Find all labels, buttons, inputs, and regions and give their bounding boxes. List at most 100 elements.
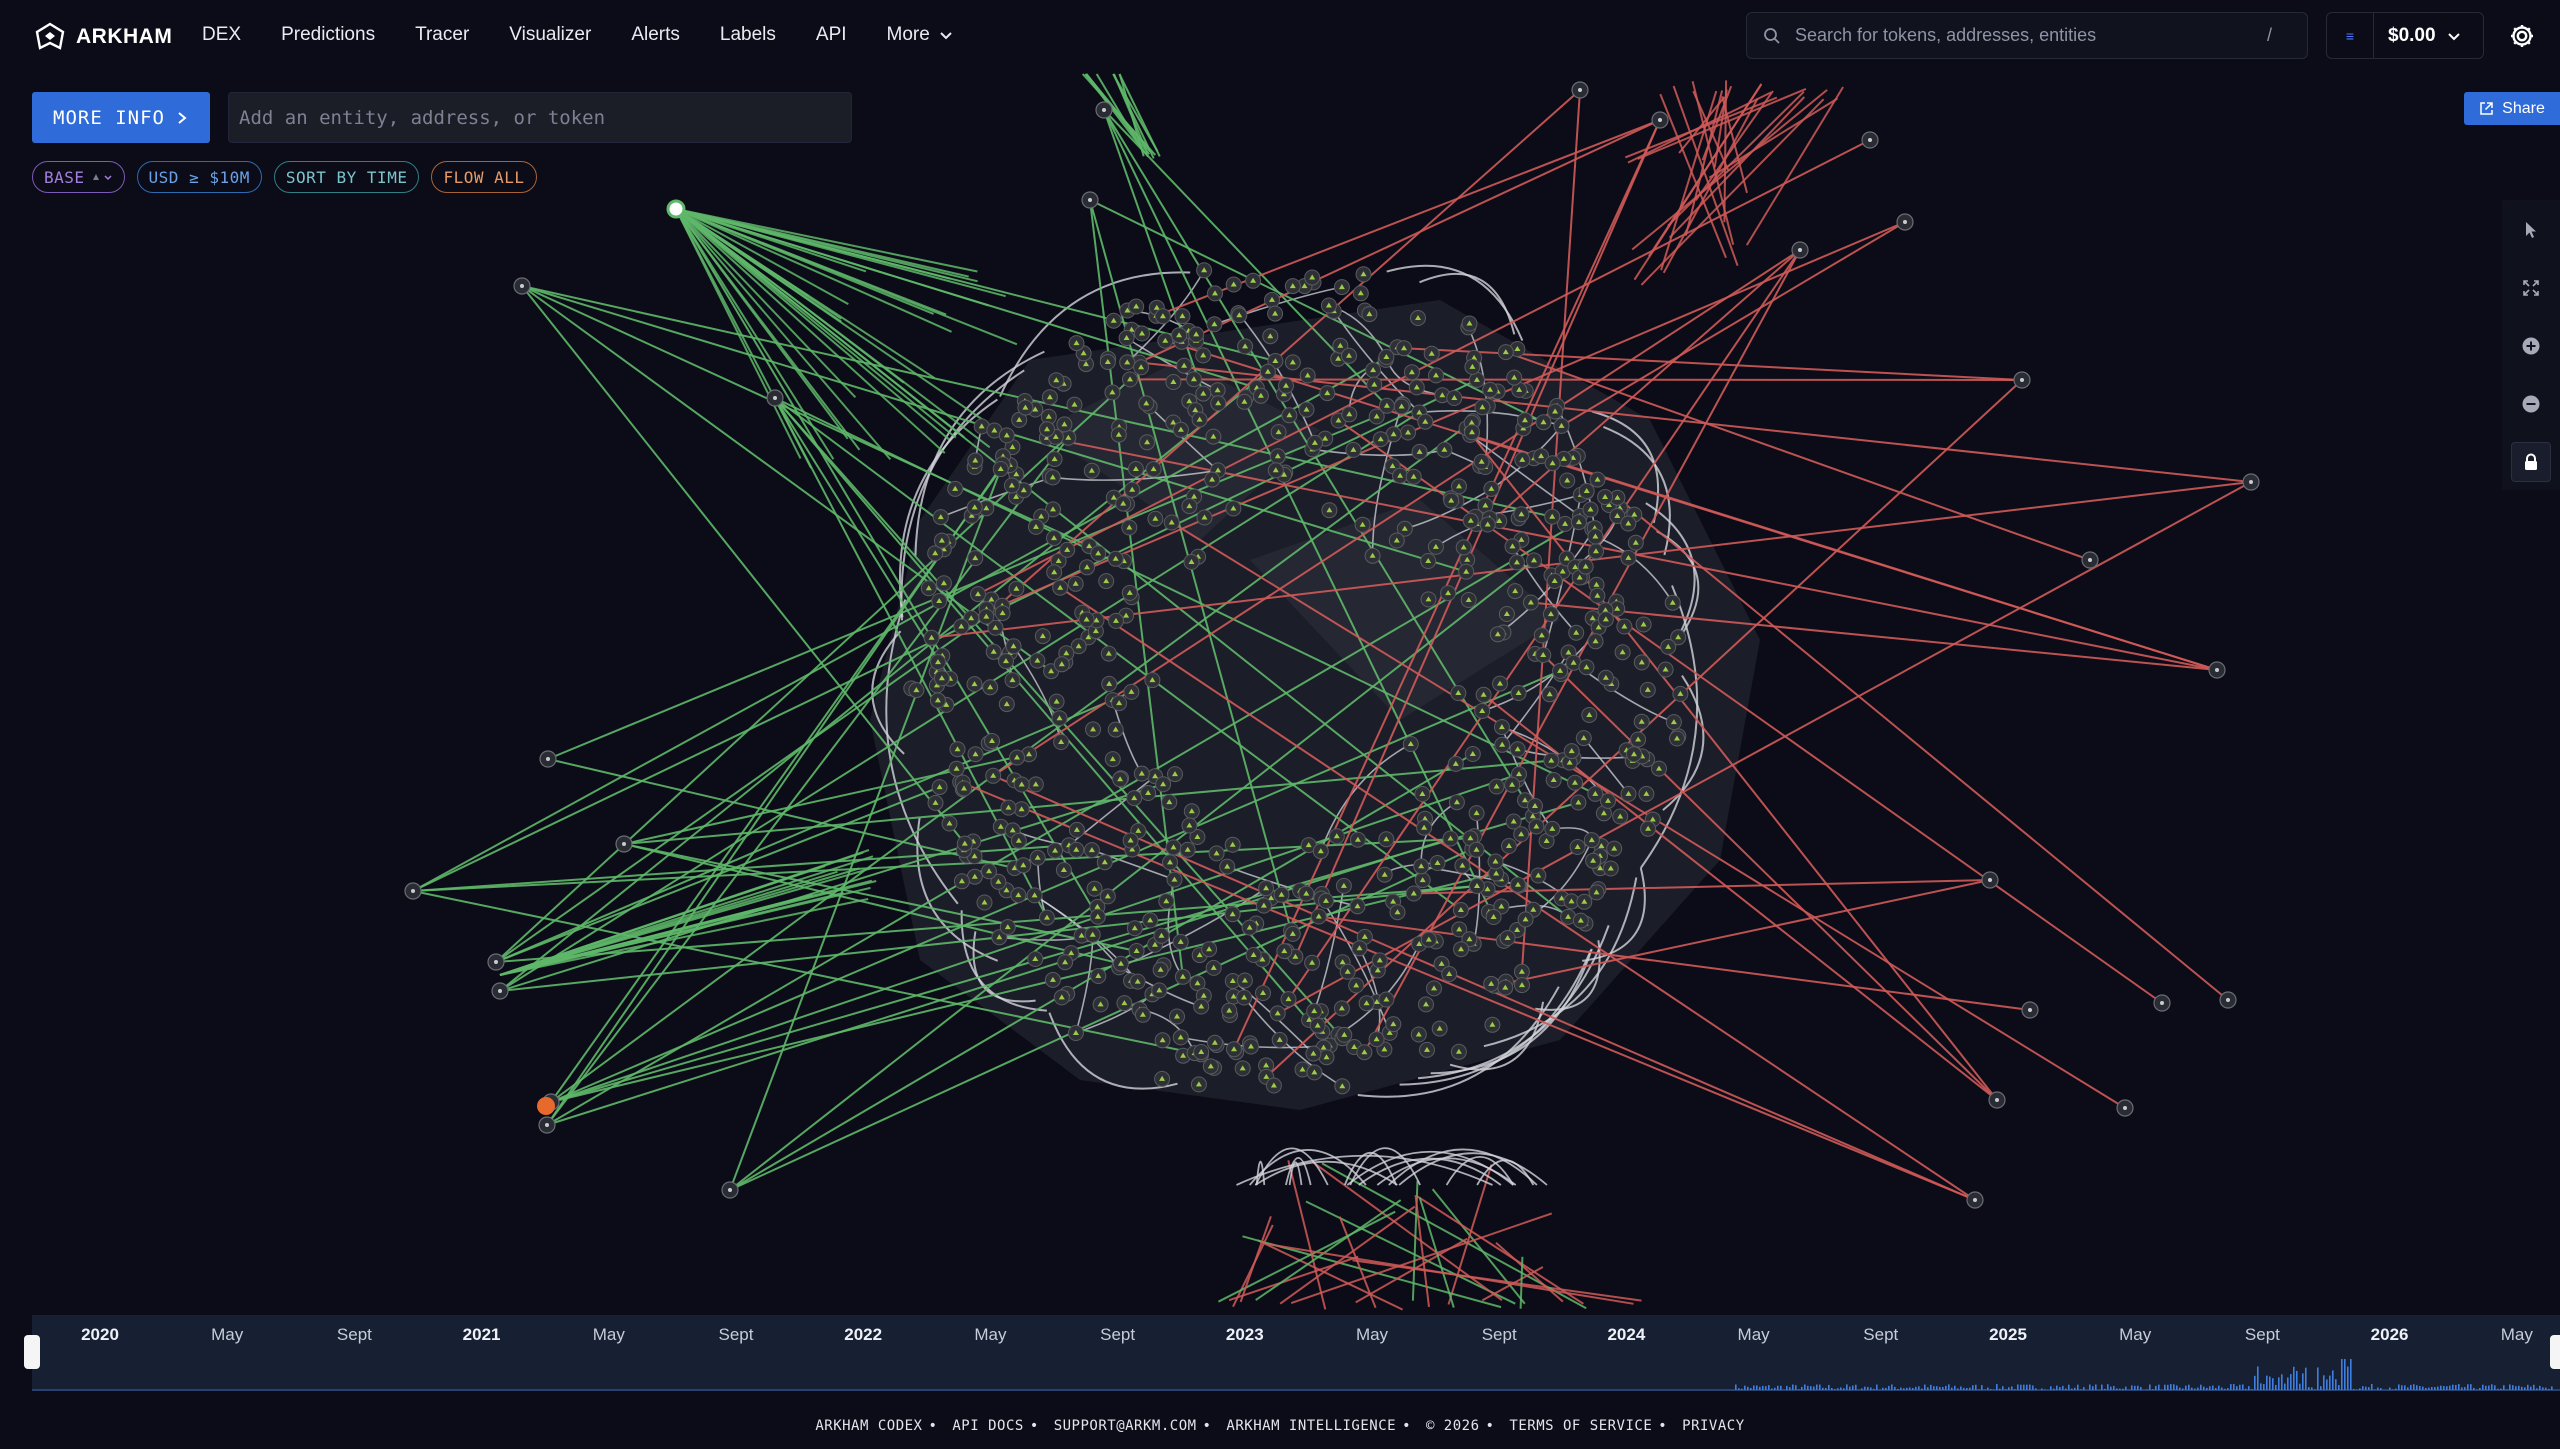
address-node-dot — [545, 1123, 549, 1127]
lock-icon — [2525, 453, 2537, 470]
timeline-activity-bar — [2524, 1387, 2526, 1390]
address-node-dot — [411, 889, 415, 893]
timeline-activity-bar — [1942, 1386, 1944, 1390]
timeline-activity-bar — [2458, 1384, 2460, 1390]
nav-predictions[interactable]: Predictions — [281, 24, 375, 46]
timeline-activity-bar — [2344, 1359, 2346, 1390]
outflow-edge — [1416, 1195, 1584, 1305]
timeline-activity-bar — [2293, 1366, 2295, 1390]
gear-icon[interactable] — [2508, 22, 2536, 50]
timeline-activity-bar — [2110, 1386, 2112, 1390]
timeline-activity-bar — [2200, 1384, 2202, 1390]
nav-api[interactable]: API — [816, 24, 847, 46]
footer-link-api-docs[interactable]: API DOCS — [952, 1418, 1023, 1434]
nav-more[interactable]: More — [887, 24, 954, 46]
timeline-end-handle[interactable] — [2550, 1335, 2560, 1369]
timeline-activity-bar — [2197, 1387, 2199, 1390]
zoom-out-tool[interactable] — [2511, 384, 2551, 424]
timeline-activity-bar — [2425, 1387, 2427, 1390]
timeline-activity-bar — [2284, 1383, 2286, 1390]
wallet-balance-dropdown[interactable]: ≡ $0.00 — [2326, 12, 2484, 59]
usd-filter-chip[interactable]: USD ≥ $10M — [136, 161, 262, 193]
nav-tracer[interactable]: Tracer — [415, 24, 469, 46]
timeline-activity-bar — [2215, 1387, 2217, 1390]
timeline-activity-bar — [2389, 1387, 2391, 1390]
pointer-tool[interactable] — [2511, 210, 2551, 250]
share-button[interactable]: Share — [2464, 92, 2560, 125]
inflow-edge — [675, 208, 835, 460]
nav-alerts[interactable]: Alerts — [631, 24, 680, 46]
chain-filter-chip[interactable]: BASE — [32, 161, 125, 193]
flow-filter-chip[interactable]: FLOW ALL — [431, 161, 537, 193]
timeline-activity-bar — [2251, 1389, 2253, 1390]
timeline-activity-bar — [2299, 1383, 2301, 1390]
timeline-activity-bar — [2146, 1389, 2148, 1390]
nav-labels[interactable]: Labels — [720, 24, 776, 46]
graph-side-toolbar — [2502, 200, 2560, 490]
selected-node[interactable] — [666, 199, 686, 219]
timeline-activity-bar — [2257, 1366, 2259, 1390]
timeline-activity-bar — [1933, 1386, 1935, 1390]
footer-link-support[interactable]: SUPPORT@ARKM.COM — [1054, 1418, 1197, 1434]
timeline-activity-bar — [1999, 1388, 2001, 1390]
more-info-button[interactable]: MORE INFO — [32, 92, 210, 143]
timeline-year-label: 2021 — [462, 1325, 501, 1344]
inflow-edge — [675, 208, 946, 454]
timeline-activity-bar — [2419, 1386, 2421, 1390]
footer-link-codex[interactable]: ARKHAM CODEX — [815, 1418, 922, 1434]
timeline-activity-bar — [1981, 1385, 1983, 1390]
timeline-activity-bar — [2431, 1387, 2433, 1390]
arkham-logo[interactable]: ARKHAM — [34, 20, 172, 54]
address-node-dot — [1088, 198, 1092, 202]
add-entity-input[interactable] — [228, 92, 852, 143]
highlighted-node[interactable] — [537, 1097, 555, 1115]
timeline-activity-bar — [2302, 1373, 2304, 1390]
footer-link-intelligence[interactable]: ARKHAM INTELLIGENCE — [1226, 1418, 1396, 1434]
global-search[interactable]: / — [1746, 12, 2308, 59]
timeline-activity-bar — [1951, 1387, 1953, 1390]
timeline-activity-bar — [1837, 1388, 1839, 1390]
timeline-activity-bar — [2407, 1387, 2409, 1390]
brand-name: ARKHAM — [76, 25, 173, 48]
footer-separator: • — [1658, 1418, 1668, 1434]
footer-link-terms[interactable]: TERMS OF SERVICE — [1509, 1418, 1652, 1434]
search-input[interactable] — [1793, 24, 2267, 47]
outflow-edge — [1648, 84, 1762, 257]
timeline-activity-bar — [2203, 1386, 2205, 1390]
timeline-activity-bar — [2212, 1385, 2214, 1390]
timeline-activity-bar — [1939, 1386, 1941, 1390]
timeline-activity-bar — [2050, 1386, 2052, 1390]
timeline-activity-bar — [2371, 1384, 2373, 1390]
timeline-activity-bar — [2503, 1385, 2505, 1390]
outflow-edge — [1684, 90, 1724, 236]
outflow-edge — [1239, 1215, 1272, 1303]
address-node-dot — [773, 396, 777, 400]
timeline-activity-bar — [2515, 1386, 2517, 1390]
timeline-scrubber[interactable]: 2020 May Sept 2021 May Sept 2022 May Sept 2023 May… — [32, 1315, 2560, 1391]
timeline-activity-bar — [1864, 1386, 1866, 1390]
fit-screen-tool[interactable] — [2511, 268, 2551, 308]
footer-link-privacy[interactable]: PRIVACY — [1682, 1418, 1745, 1434]
timeline-start-handle[interactable] — [24, 1335, 40, 1369]
timeline-activity-bar — [2095, 1384, 2097, 1390]
address-node-dot — [1868, 138, 1872, 142]
entity-flow-graph[interactable] — [0, 72, 2560, 1312]
timeline-activity-bar — [1900, 1387, 1902, 1390]
zoom-in-tool[interactable] — [2511, 326, 2551, 366]
timeline-activity-bar — [2278, 1377, 2280, 1390]
lock-tool[interactable] — [2511, 442, 2551, 482]
timeline-activity-bar — [2323, 1375, 2325, 1390]
address-node-dot — [1973, 1198, 1977, 1202]
timeline-month-label: Sept — [1863, 1325, 1899, 1344]
nav-visualizer[interactable]: Visualizer — [509, 24, 591, 46]
timeline-activity-bar — [2140, 1387, 2142, 1390]
chevron-down-icon — [940, 32, 952, 40]
timeline-activity-bar — [2500, 1388, 2502, 1390]
address-node-dot — [2020, 378, 2024, 382]
sort-filter-chip[interactable]: SORT BY TIME — [273, 161, 420, 193]
timeline-activity-bar — [1918, 1386, 1920, 1390]
timeline-activity-bar — [2305, 1367, 2307, 1390]
nav-dex[interactable]: DEX — [202, 24, 241, 46]
address-node-dot — [2226, 998, 2230, 1002]
address-node-dot — [1995, 1098, 1999, 1102]
